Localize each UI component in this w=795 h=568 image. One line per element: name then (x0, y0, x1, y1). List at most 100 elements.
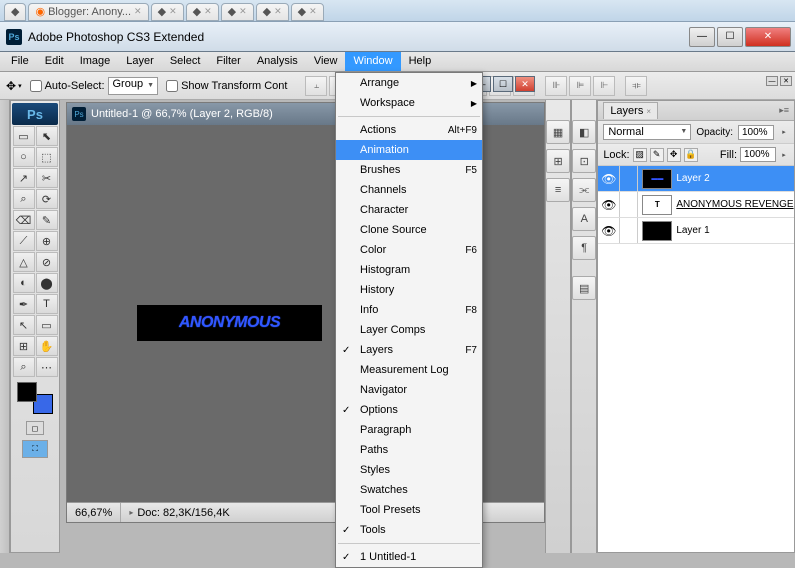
doc-maximize-button[interactable]: ☐ (493, 76, 513, 92)
dock-icon[interactable]: ◧ (572, 120, 596, 144)
align-top-icon[interactable]: ⫠ (305, 76, 327, 96)
dock-icon[interactable]: ▤ (572, 276, 596, 300)
auto-select-checkbox[interactable] (30, 80, 42, 92)
distribute-icon[interactable]: ⊫ (569, 76, 591, 96)
tool-button[interactable]: ↗ (13, 168, 35, 188)
fill-arrow-icon[interactable]: ▸ (779, 151, 789, 159)
menu-item-navigator[interactable]: Navigator (336, 380, 482, 400)
menu-filter[interactable]: Filter (208, 52, 248, 71)
tool-button[interactable]: ▭ (36, 315, 58, 335)
menu-item-brushes[interactable]: BrushesF5 (336, 160, 482, 180)
color-swatches[interactable] (17, 382, 53, 414)
browser-tab[interactable]: ◆✕ (256, 3, 289, 21)
layer-visibility-icon[interactable]: 👁 (598, 218, 620, 243)
menu-item-measurement-log[interactable]: Measurement Log (336, 360, 482, 380)
doc-close-button[interactable]: ✕ (515, 76, 535, 92)
browser-tab[interactable]: ◆✕ (151, 3, 184, 21)
menu-item-animation[interactable]: Animation (336, 140, 482, 160)
menu-item-paths[interactable]: Paths (336, 440, 482, 460)
layer-visibility-icon[interactable]: 👁 (598, 166, 620, 191)
menu-item-tool-presets[interactable]: Tool Presets (336, 500, 482, 520)
menu-item-info[interactable]: InfoF8 (336, 300, 482, 320)
menu-window[interactable]: Window (345, 52, 400, 71)
dock-icon[interactable]: ⫘ (572, 178, 596, 202)
layer-row[interactable]: 👁▬▬Layer 2 (598, 166, 794, 192)
menu-item-workspace[interactable]: Workspace▶ (336, 93, 482, 113)
layer-thumbnail[interactable] (642, 221, 672, 241)
quick-mask-icon[interactable]: ◻ (26, 421, 44, 435)
menu-edit[interactable]: Edit (37, 52, 72, 71)
tool-button[interactable]: ↖ (13, 315, 35, 335)
tool-button[interactable]: ⊕ (36, 231, 58, 251)
tool-button[interactable]: ○ (13, 147, 35, 167)
lock-all-icon[interactable]: 🔒 (684, 148, 698, 162)
group-select[interactable]: Group (108, 77, 159, 95)
menu-view[interactable]: View (306, 52, 346, 71)
menu-item-channels[interactable]: Channels (336, 180, 482, 200)
tool-button[interactable]: ✂ (36, 168, 58, 188)
menu-item-paragraph[interactable]: Paragraph (336, 420, 482, 440)
dock-icon[interactable]: ⊞ (546, 149, 570, 173)
menu-item-character[interactable]: Character (336, 200, 482, 220)
panel-close-icon[interactable]: ✕ (780, 76, 792, 86)
tool-button[interactable]: △ (13, 252, 35, 272)
fill-value[interactable]: 100% (740, 147, 776, 162)
browser-tab[interactable]: ◆✕ (221, 3, 254, 21)
layer-link-cell[interactable] (620, 192, 638, 217)
tool-button[interactable]: ⬉ (36, 126, 58, 146)
browser-tab[interactable]: ◆✕ (291, 3, 324, 21)
document-canvas[interactable]: ANONYMOUS (137, 305, 322, 341)
tool-button[interactable]: ⟳ (36, 189, 58, 209)
tool-button[interactable]: ⟋ (13, 231, 35, 251)
menu-item-clone-source[interactable]: Clone Source (336, 220, 482, 240)
layer-row[interactable]: 👁TANONYMOUS REVENGE (598, 192, 794, 218)
tool-button[interactable]: ⌫ (13, 210, 35, 230)
dock-icon[interactable]: ≡ (546, 178, 570, 202)
menu-item-tools[interactable]: ✓Tools (336, 520, 482, 540)
dock-icon[interactable]: ¶ (572, 236, 596, 260)
menu-item-layers[interactable]: ✓LayersF7 (336, 340, 482, 360)
layer-thumbnail[interactable]: T (642, 195, 672, 215)
tool-button[interactable]: ⬤ (36, 273, 58, 293)
dock-icon[interactable]: A (572, 207, 596, 231)
tool-button[interactable]: ⋯ (36, 357, 58, 377)
document-info[interactable]: Doc: 82,3K/156,4K (121, 507, 237, 519)
tool-button[interactable]: ✎ (36, 210, 58, 230)
close-button[interactable]: ✕ (745, 27, 791, 47)
menu-image[interactable]: Image (72, 52, 119, 71)
menu-help[interactable]: Help (401, 52, 440, 71)
panel-menu-icon[interactable]: ▸≡ (779, 105, 789, 116)
menu-analysis[interactable]: Analysis (249, 52, 306, 71)
menu-item-actions[interactable]: ActionsAlt+F9 (336, 120, 482, 140)
menu-item-styles[interactable]: Styles (336, 460, 482, 480)
dock-icon[interactable]: ▦ (546, 120, 570, 144)
layer-row[interactable]: 👁Layer 1 (598, 218, 794, 244)
lock-pixels-icon[interactable]: ✎ (650, 148, 664, 162)
layer-thumbnail[interactable]: ▬▬ (642, 169, 672, 189)
menu-item-history[interactable]: History (336, 280, 482, 300)
browser-tab[interactable]: ◆ (4, 3, 26, 21)
blend-mode-select[interactable]: Normal (603, 124, 691, 140)
tool-button[interactable]: T (36, 294, 58, 314)
tool-button[interactable]: ⬚ (36, 147, 58, 167)
menu-item-1-untitled-1[interactable]: ✓1 Untitled-1 (336, 547, 482, 567)
auto-align-icon[interactable]: ⟚ (625, 76, 647, 96)
tool-button[interactable]: ⌕ (13, 189, 35, 209)
lock-transparent-icon[interactable]: ▨ (633, 148, 647, 162)
screen-mode-button[interactable]: ⛶ (22, 440, 48, 458)
tool-button[interactable]: ⊞ (13, 336, 35, 356)
tool-button[interactable]: ◐ (13, 273, 35, 293)
tool-button[interactable]: ▭ (13, 126, 35, 146)
menu-item-swatches[interactable]: Swatches (336, 480, 482, 500)
layer-link-cell[interactable] (620, 166, 638, 191)
menu-file[interactable]: File (3, 52, 37, 71)
tool-button[interactable]: ✒ (13, 294, 35, 314)
layers-tab[interactable]: Layers× (603, 102, 658, 119)
opacity-value[interactable]: 100% (738, 125, 774, 140)
browser-tab[interactable]: ◉Blogger: Anony...✕ (28, 3, 148, 21)
panel-minimize-icon[interactable]: — (766, 76, 778, 86)
tool-button[interactable]: ⌕ (13, 357, 35, 377)
tool-button[interactable]: ✋ (36, 336, 58, 356)
dock-icon[interactable]: ⊡ (572, 149, 596, 173)
tool-button[interactable]: ⊘ (36, 252, 58, 272)
